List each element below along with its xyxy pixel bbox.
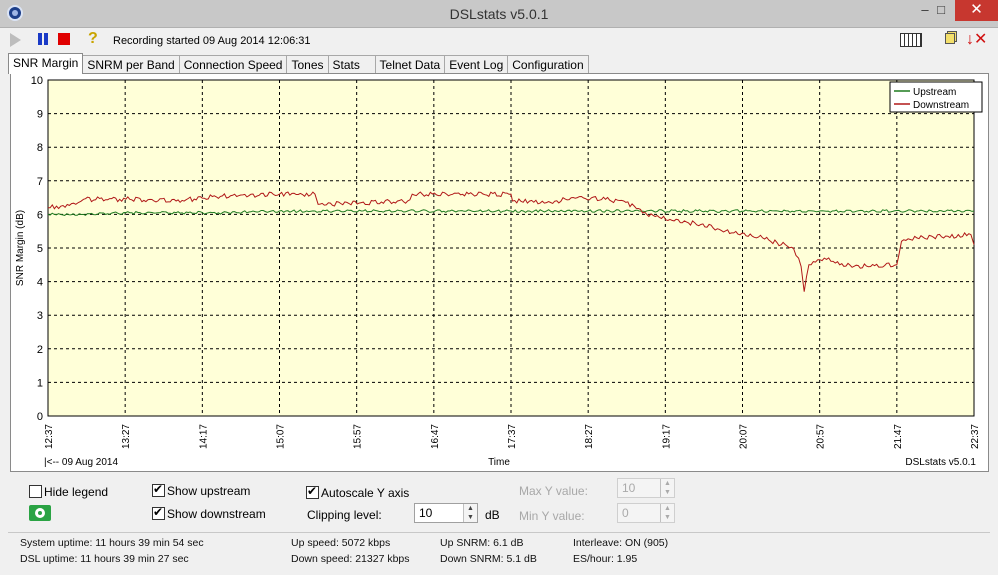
autoscale-check-box[interactable] (306, 484, 319, 499)
max-y-spinner: 10 ▲ ▼ (617, 478, 675, 498)
hide-legend-check-box[interactable] (29, 485, 42, 498)
down-speed: Down speed: 21327 kbps (291, 553, 410, 565)
close-button[interactable]: ✕ (955, 0, 998, 21)
y-tick-label: 4 (37, 277, 43, 289)
up-snrm: Up SNRM: 6.1 dB (440, 537, 524, 549)
y-tick-label: 7 (37, 176, 43, 188)
legend-entry: Downstream (913, 100, 969, 111)
clipping-unit-label: dB (485, 508, 500, 522)
min-y-value: 0 (622, 506, 629, 520)
tiles-icon[interactable] (900, 33, 922, 47)
window-title: DSLstats v5.0.1 (449, 6, 549, 22)
clipping-level-value[interactable]: 10 (419, 506, 432, 520)
camera-icon[interactable] (29, 505, 51, 521)
x-tick-label: 18:27 (584, 424, 595, 449)
tab-event-log[interactable]: Event Log (444, 55, 509, 74)
y-tick-label: 8 (37, 142, 43, 154)
chart-canvas: 0 1 2 3 4 5 6 7 8 9 10 12:37 13:27 14:17 15:07 15:57 16:… (15, 75, 983, 468)
x-tick-label: 16:47 (430, 424, 441, 449)
tab-strip: SNR Margin SNRM per Band Connection Spee… (8, 53, 589, 74)
y-tick-label: 0 (37, 411, 43, 423)
tab-configuration[interactable]: Configuration (507, 55, 589, 74)
clipping-level-label: Clipping level: (307, 508, 382, 522)
y-tick-label: 3 (37, 310, 43, 322)
hide-legend-label: Hide legend (44, 485, 109, 499)
min-y-spinner: 0 ▲ ▼ (617, 503, 675, 523)
hide-legend-checkbox[interactable]: Hide legend (29, 485, 108, 499)
y-tick-label: 9 (37, 109, 43, 121)
exit-icon[interactable]: ↓✕ (966, 29, 987, 49)
stop-icon[interactable] (58, 33, 70, 45)
copy-icon[interactable] (945, 33, 955, 44)
toolbar: ? Recording started 09 Aug 2014 12:06:31… (0, 28, 998, 52)
up-speed: Up speed: 5072 kbps (291, 537, 391, 549)
y-tick-label: 6 (37, 209, 43, 221)
y-tick-label: 5 (37, 243, 43, 255)
show-upstream-checkbox[interactable]: Show upstream (152, 482, 251, 498)
y-tick-label: 1 (37, 377, 43, 389)
spinner-arrows-icon: ▲ ▼ (660, 504, 674, 522)
dsl-uptime: DSL uptime: 11 hours 39 min 27 sec (20, 553, 189, 565)
x-tick-label: 14:17 (198, 424, 209, 449)
show-downstream-label: Show downstream (167, 507, 266, 521)
recording-status: Recording started 09 Aug 2014 12:06:31 (113, 35, 311, 47)
tab-snrm-per-band[interactable]: SNRM per Band (82, 55, 180, 74)
x-tick-label: 19:17 (661, 424, 672, 449)
tab-connection-speed[interactable]: Connection Speed (178, 55, 288, 74)
show-upstream-label: Show upstream (167, 484, 251, 498)
tab-telnet-data[interactable]: Telnet Data (374, 55, 446, 74)
es-per-hour: ES/hour: 1.95 (573, 553, 638, 565)
title-bar: DSLstats v5.0.1 ‒ □ ✕ (0, 0, 998, 28)
show-upstream-check-box[interactable] (152, 482, 165, 497)
x-tick-label: 15:57 (353, 424, 364, 449)
maximize-button[interactable]: □ (928, 0, 954, 21)
tab-stats[interactable]: Stats (327, 55, 376, 74)
x-tick-label: 17:37 (507, 424, 518, 449)
spinner-arrows-icon[interactable]: ▲ ▼ (463, 504, 477, 522)
x-tick-label: 20:07 (739, 424, 750, 449)
tab-snr-margin[interactable]: SNR Margin (8, 53, 84, 74)
clipping-level-spinner[interactable]: 10 ▲ ▼ (414, 503, 478, 523)
autoscale-checkbox[interactable]: Autoscale Y axis (306, 484, 410, 500)
max-y-label: Max Y value: (519, 484, 588, 498)
status-separator (8, 532, 990, 533)
system-uptime: System uptime: 11 hours 39 min 54 sec (20, 537, 204, 549)
y-tick-label: 10 (31, 75, 43, 87)
x-tick-label: 15:07 (276, 424, 287, 449)
x-tick-label: 20:57 (816, 424, 827, 449)
max-y-value: 10 (622, 481, 636, 495)
pause-icon[interactable] (37, 32, 53, 48)
x-tick-label: 22:37 (970, 424, 981, 449)
show-downstream-checkbox[interactable]: Show downstream (152, 505, 266, 521)
interleave-status: Interleave: ON (905) (573, 537, 669, 549)
chart-footer-label: DSLstats v5.0.1 (905, 457, 976, 468)
spinner-arrows-icon: ▲ ▼ (660, 479, 674, 497)
x-tick-label: 21:47 (893, 424, 904, 449)
play-icon[interactable] (10, 33, 21, 47)
legend-entry: Upstream (913, 87, 956, 98)
y-axis-label: SNR Margin (dB) (15, 210, 26, 286)
tab-tones[interactable]: Tones (286, 55, 329, 74)
help-icon[interactable]: ? (88, 31, 104, 47)
date-label: |<-- 09 Aug 2014 (44, 457, 118, 468)
show-downstream-check-box[interactable] (152, 505, 165, 520)
x-tick-label: 13:27 (121, 424, 132, 449)
autoscale-label: Autoscale Y axis (321, 486, 410, 500)
min-y-label: Min Y value: (519, 509, 585, 523)
x-axis-label: Time (488, 457, 510, 468)
snr-margin-chart: 0 1 2 3 4 5 6 7 8 9 10 12:37 13:27 14:17 15:07 15:57 16:… (10, 73, 989, 472)
y-tick-label: 2 (37, 344, 43, 356)
down-snrm: Down SNRM: 5.1 dB (440, 553, 537, 565)
x-tick-label: 12:37 (44, 424, 55, 449)
